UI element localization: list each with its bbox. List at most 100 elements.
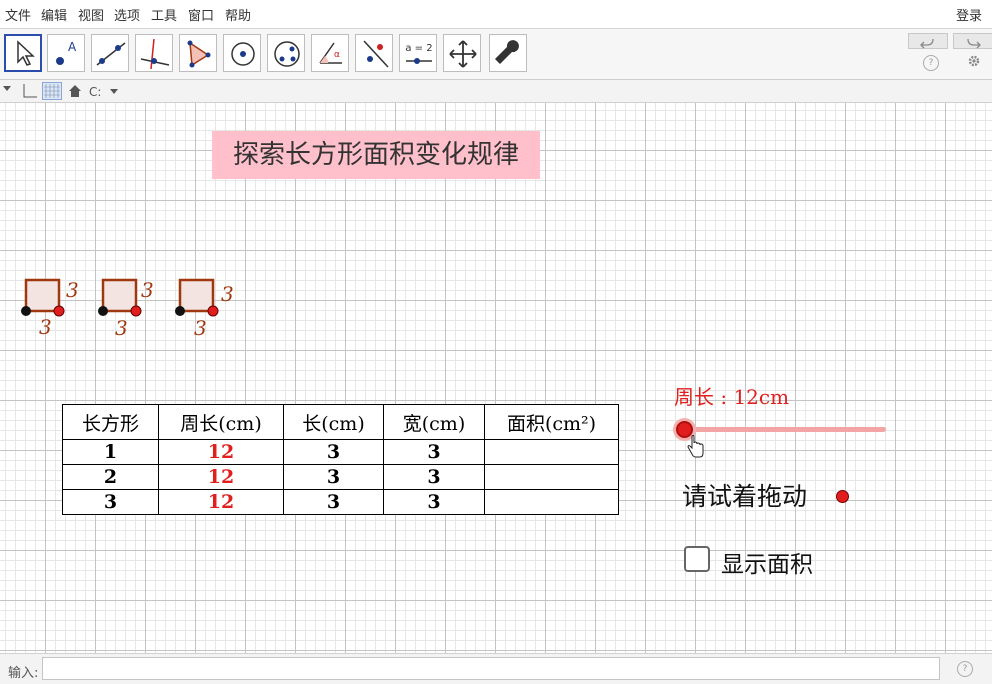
line-tool[interactable] bbox=[91, 34, 129, 72]
row-area bbox=[484, 489, 619, 515]
wrench-icon bbox=[495, 40, 519, 64]
rectangle-2-vertex-fixed[interactable] bbox=[98, 306, 108, 316]
login-button[interactable]: 登录 bbox=[956, 5, 982, 24]
triangle-down-icon[interactable] bbox=[2, 84, 12, 94]
slider-icon: a = 2 bbox=[405, 43, 433, 64]
perpendicular-tool[interactable] bbox=[135, 34, 173, 72]
point-capture-icon[interactable]: C: bbox=[88, 84, 120, 98]
table-header-area: 面积(cm²) bbox=[484, 404, 619, 440]
circle-icon bbox=[231, 42, 255, 66]
toolbar: A α a = 2 ? bbox=[0, 29, 992, 80]
rectangle-3-vertex-drag[interactable] bbox=[207, 305, 219, 317]
drag-hint-text: 请试着拖动 bbox=[682, 482, 808, 511]
row-length: 3 bbox=[283, 464, 384, 490]
show-area-label[interactable]: 显示面积 bbox=[721, 545, 813, 579]
style-bar: C: bbox=[0, 80, 992, 103]
row-id: 3 bbox=[62, 489, 159, 515]
axes-toggle-icon[interactable] bbox=[22, 83, 38, 99]
rectangle-1-height-label: 3 bbox=[66, 278, 79, 302]
rectangle-1-width-label: 3 bbox=[39, 315, 52, 339]
rectangle-1-vertex-drag[interactable] bbox=[53, 305, 65, 317]
graphics-view[interactable]: 探索长方形面积变化规律 3 3 3 3 3 3 长方形 周长(cm) 长(cm)… bbox=[0, 103, 992, 653]
table-header-rectangle: 长方形 bbox=[62, 404, 159, 440]
table-header-perimeter: 周长(cm) bbox=[158, 404, 284, 440]
rectangle-3[interactable]: 3 3 bbox=[170, 275, 240, 339]
move-arrows-icon bbox=[449, 40, 477, 68]
row-area bbox=[484, 464, 619, 490]
show-area-checkbox[interactable] bbox=[684, 546, 710, 572]
conic-icon bbox=[274, 41, 300, 67]
row-width: 3 bbox=[383, 489, 485, 515]
menu-options[interactable]: 选项 bbox=[114, 5, 140, 24]
perimeter-slider-track[interactable] bbox=[682, 427, 886, 432]
angle-tool[interactable]: α bbox=[311, 34, 349, 72]
row-perimeter: 12 bbox=[158, 439, 284, 465]
row-id: 1 bbox=[62, 439, 159, 465]
input-bar: 输入: ? bbox=[0, 653, 992, 684]
row-area bbox=[484, 439, 619, 465]
menu-bar: 文件 编辑 视图 选项 工具 窗口 帮助 登录 bbox=[0, 0, 992, 29]
data-table[interactable]: 长方形 周长(cm) 长(cm) 宽(cm) 面积(cm²) 1 12 3 3 … bbox=[62, 404, 619, 515]
menu-tools[interactable]: 工具 bbox=[151, 5, 177, 24]
help-icon[interactable]: ? bbox=[923, 55, 939, 71]
svg-text:α: α bbox=[334, 50, 340, 60]
row-width: 3 bbox=[383, 439, 485, 465]
rectangle-2-width-label: 3 bbox=[115, 316, 128, 339]
perpendicular-icon bbox=[140, 38, 170, 70]
conic-tool[interactable] bbox=[267, 34, 305, 72]
rectangle-2-height-label: 3 bbox=[141, 278, 154, 302]
menu-window[interactable]: 窗口 bbox=[188, 5, 214, 24]
input-label: 输入: bbox=[8, 666, 39, 681]
table-row: 3 12 3 3 bbox=[62, 489, 619, 515]
slider-tool[interactable]: a = 2 bbox=[399, 34, 437, 72]
point-tool[interactable]: A bbox=[47, 34, 85, 72]
input-field[interactable] bbox=[42, 657, 940, 680]
menu-file[interactable]: 文件 bbox=[5, 5, 31, 24]
page-title[interactable]: 探索长方形面积变化规律 bbox=[212, 131, 540, 179]
angle-icon: α bbox=[319, 42, 342, 64]
menu-help[interactable]: 帮助 bbox=[225, 5, 251, 24]
grid-toggle-icon[interactable] bbox=[42, 82, 62, 100]
undo-button[interactable] bbox=[908, 33, 948, 49]
row-length: 3 bbox=[283, 489, 384, 515]
table-row: 2 12 3 3 bbox=[62, 464, 619, 490]
row-width: 3 bbox=[383, 464, 485, 490]
rectangle-2[interactable]: 3 3 bbox=[93, 275, 163, 339]
point-icon: A bbox=[56, 40, 77, 65]
redo-button[interactable] bbox=[953, 33, 992, 49]
hand-cursor-icon bbox=[687, 435, 704, 458]
perimeter-slider-label: 周长 : 12cm bbox=[674, 385, 790, 409]
row-perimeter: 12 bbox=[158, 489, 284, 515]
table-header-row: 长方形 周长(cm) 长(cm) 宽(cm) 面积(cm²) bbox=[62, 404, 619, 440]
slider-tool-label: a = 2 bbox=[405, 43, 432, 54]
rectangle-2-vertex-drag[interactable] bbox=[130, 305, 142, 317]
move-view-tool[interactable] bbox=[443, 34, 481, 72]
rectangle-3-height-label: 3 bbox=[221, 282, 234, 306]
gear-icon[interactable] bbox=[967, 54, 981, 68]
line-icon bbox=[96, 42, 126, 66]
input-help-icon[interactable]: ? bbox=[957, 661, 973, 677]
polygon-icon bbox=[187, 40, 211, 68]
circle-tool[interactable] bbox=[223, 34, 261, 72]
reflect-icon bbox=[363, 40, 389, 68]
arrow-cursor-icon bbox=[17, 40, 35, 66]
reflect-tool[interactable] bbox=[355, 34, 393, 72]
polygon-tool[interactable] bbox=[179, 34, 217, 72]
drag-hint-dot bbox=[836, 490, 849, 503]
undo-icon bbox=[920, 38, 934, 49]
svg-text:A: A bbox=[68, 40, 77, 54]
row-perimeter: 12 bbox=[158, 464, 284, 490]
row-length: 3 bbox=[283, 439, 384, 465]
customize-tool[interactable] bbox=[489, 34, 527, 72]
table-header-width: 宽(cm) bbox=[383, 404, 485, 440]
redo-icon bbox=[967, 38, 981, 49]
home-icon[interactable] bbox=[68, 84, 82, 98]
rectangle-3-width-label: 3 bbox=[194, 316, 207, 339]
table-header-length: 长(cm) bbox=[283, 404, 384, 440]
rectangle-3-vertex-fixed[interactable] bbox=[175, 306, 185, 316]
rectangle-1-vertex-fixed[interactable] bbox=[21, 306, 31, 316]
menu-view[interactable]: 视图 bbox=[78, 5, 104, 24]
move-tool[interactable] bbox=[4, 34, 42, 72]
menu-edit[interactable]: 编辑 bbox=[41, 5, 67, 24]
rectangle-1[interactable]: 3 3 bbox=[16, 275, 86, 339]
